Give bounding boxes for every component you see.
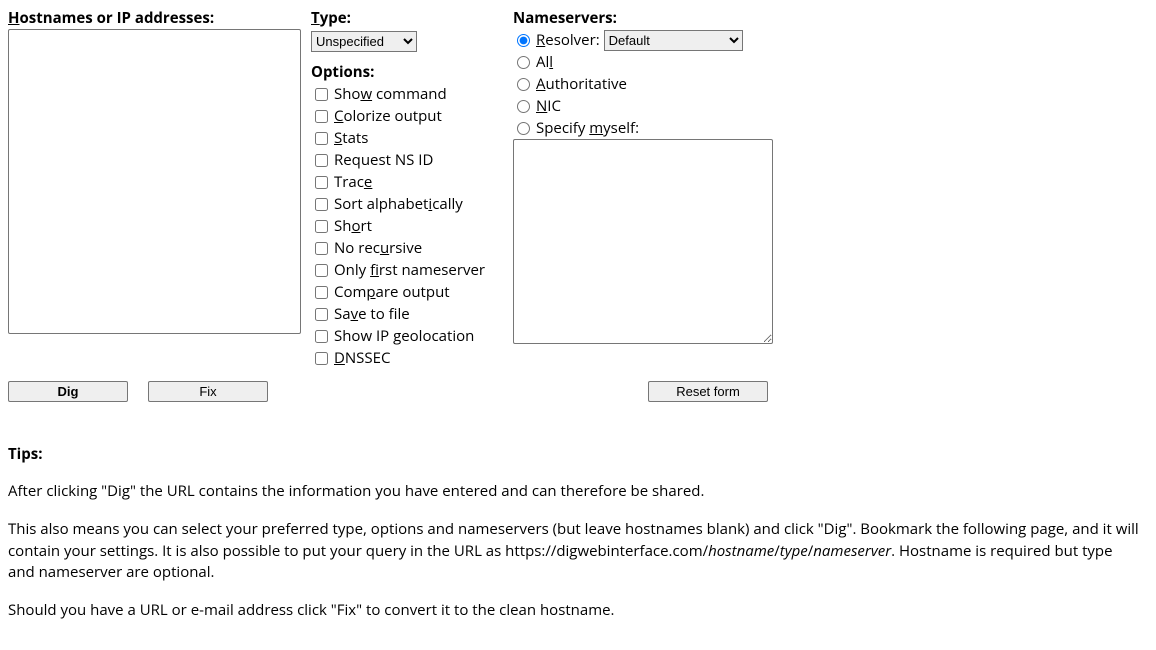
option-checkbox[interactable]: [315, 154, 328, 167]
option-row: Stats: [311, 127, 501, 149]
option-row: Only first nameserver: [311, 259, 501, 281]
option-label: No recursive: [334, 237, 422, 259]
hostnames-label: Hostnames or IP addresses:: [8, 8, 303, 29]
tips-heading: Tips:: [8, 444, 1143, 465]
tips-p2: This also means you can select your pref…: [8, 519, 1143, 584]
option-checkbox[interactable]: [315, 110, 328, 123]
ns-resolver-select[interactable]: Default: [604, 30, 743, 51]
option-label: Sort alphabetically: [334, 193, 463, 215]
options-label: Options:: [311, 62, 501, 83]
ns-auth-label: Authoritative: [536, 73, 627, 95]
option-row: Sort alphabetically: [311, 193, 501, 215]
ns-myself-input[interactable]: [513, 139, 773, 344]
ns-resolver-label: Resolver:: [536, 29, 600, 51]
option-label: Only first nameserver: [334, 259, 485, 281]
option-checkbox[interactable]: [315, 198, 328, 211]
option-label: DNSSEC: [334, 347, 390, 369]
option-row: DNSSEC: [311, 347, 501, 369]
option-row: Colorize output: [311, 105, 501, 127]
option-checkbox[interactable]: [315, 220, 328, 233]
option-label: Trace: [334, 171, 372, 193]
option-label: Save to file: [334, 303, 410, 325]
option-label: Stats: [334, 127, 368, 149]
option-row: Short: [311, 215, 501, 237]
option-checkbox[interactable]: [315, 286, 328, 299]
ns-auth-radio[interactable]: [517, 78, 530, 91]
ns-myself-radio[interactable]: [517, 122, 530, 135]
option-label: Colorize output: [334, 105, 442, 127]
type-select[interactable]: Unspecified: [311, 31, 417, 52]
option-label: Show command: [334, 83, 447, 105]
option-checkbox[interactable]: [315, 176, 328, 189]
option-checkbox[interactable]: [315, 88, 328, 101]
nameservers-label: Nameservers:: [513, 8, 775, 29]
option-row: Trace: [311, 171, 501, 193]
tips-p3: Should you have a URL or e-mail address …: [8, 600, 1143, 622]
option-checkbox[interactable]: [315, 264, 328, 277]
ns-all-radio[interactable]: [517, 56, 530, 69]
hostnames-input[interactable]: [8, 29, 301, 334]
dig-button[interactable]: Dig: [8, 381, 128, 402]
option-row: Show command: [311, 83, 501, 105]
option-checkbox[interactable]: [315, 132, 328, 145]
option-row: Compare output: [311, 281, 501, 303]
option-checkbox[interactable]: [315, 330, 328, 343]
reset-form-button[interactable]: Reset form: [648, 381, 768, 402]
option-row: Show IP geolocation: [311, 325, 501, 347]
ns-myself-label: Specify myself:: [536, 117, 639, 139]
option-label: Request NS ID: [334, 149, 433, 171]
option-label: Short: [334, 215, 372, 237]
ns-resolver-radio[interactable]: [517, 34, 530, 47]
option-checkbox[interactable]: [315, 308, 328, 321]
option-checkbox[interactable]: [315, 242, 328, 255]
type-label: Type:: [311, 8, 501, 29]
option-label: Show IP geolocation: [334, 325, 474, 347]
ns-nic-radio[interactable]: [517, 100, 530, 113]
fix-button[interactable]: Fix: [148, 381, 268, 402]
option-row: No recursive: [311, 237, 501, 259]
tips-p1: After clicking "Dig" the URL contains th…: [8, 481, 1143, 503]
ns-nic-label: NIC: [536, 95, 561, 117]
option-checkbox[interactable]: [315, 352, 328, 365]
ns-all-label: All: [536, 51, 553, 73]
option-row: Save to file: [311, 303, 501, 325]
option-label: Compare output: [334, 281, 450, 303]
option-row: Request NS ID: [311, 149, 501, 171]
